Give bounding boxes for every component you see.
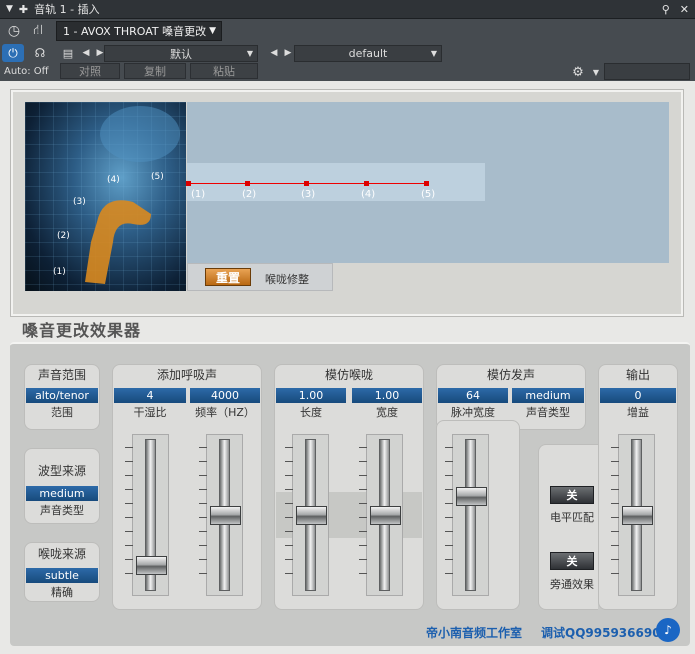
- reset-button[interactable]: 重置: [205, 268, 251, 286]
- throat-adjust-label: 喉咙修整: [265, 273, 309, 286]
- clock-icon[interactable]: ◷: [2, 20, 26, 42]
- program-dropdown-value: default: [348, 47, 388, 60]
- voice-range-label: 范围: [51, 406, 73, 419]
- slider-knob[interactable]: [622, 505, 653, 525]
- voice-range-title: 声音范围: [37, 368, 86, 382]
- frequency-label: 频率（HZ）: [195, 406, 255, 419]
- curve-point[interactable]: [304, 181, 309, 186]
- brand-logo-icon: ♪: [656, 618, 680, 642]
- chevron-down-icon[interactable]: ▼: [209, 26, 216, 36]
- curve-point-label: (3): [301, 189, 316, 200]
- frequency-value[interactable]: 4000: [190, 388, 260, 403]
- compare-button[interactable]: 对照: [60, 63, 120, 79]
- program-dropdown[interactable]: default ▼: [294, 45, 442, 62]
- curve-point[interactable]: [424, 181, 429, 186]
- dropdown-caret-icon: ▼: [246, 49, 253, 58]
- contact-credit: 调试QQ995936690: [541, 626, 661, 640]
- pulse-width-label: 脉冲宽度: [451, 406, 495, 419]
- throat-graph-band: [187, 163, 485, 201]
- curve-point-label: (4): [361, 189, 376, 200]
- vocal-type-value[interactable]: medium: [512, 388, 584, 403]
- face-point-label: (4): [107, 175, 120, 185]
- curve-point-label: (1): [191, 189, 206, 200]
- slider-knob[interactable]: [296, 505, 327, 525]
- face-point-label: (1): [53, 267, 66, 277]
- routing-icon[interactable]: ⛙: [26, 20, 50, 42]
- output-title: 输出: [625, 368, 650, 382]
- breath-title: 添加呼吸声: [156, 368, 217, 382]
- settings-field[interactable]: [604, 63, 690, 80]
- window-title: 音轨 1 - 插入: [34, 3, 100, 16]
- slider-knob[interactable]: [136, 555, 167, 575]
- length-label: 长度: [300, 406, 322, 419]
- preset-dropdown-value: 默认: [170, 47, 192, 61]
- face-point-label: (2): [57, 231, 70, 241]
- level-match-toggle[interactable]: 关: [550, 486, 594, 504]
- throat-source-title: 喉咙来源: [37, 547, 86, 561]
- throat-model-title: 模仿喉咙: [324, 368, 373, 382]
- preset-dropdown[interactable]: 默认 ▼: [104, 45, 258, 62]
- vocal-tract-image: (1) (2) (3) (4) (5): [25, 102, 186, 291]
- dry-wet-slider[interactable]: [125, 434, 169, 596]
- gain-slider[interactable]: [611, 434, 655, 596]
- waveform-source-label: 声音类型: [40, 504, 84, 517]
- close-icon[interactable]: ✕: [680, 3, 689, 16]
- studio-credit: 帝小南音频工作室: [426, 626, 523, 640]
- collapse-icon[interactable]: ▼: [6, 4, 13, 14]
- throat-tube-graphic: [85, 106, 180, 284]
- level-match-label: 电平匹配: [550, 511, 594, 524]
- bypass-toggle[interactable]: 关: [550, 552, 594, 570]
- plugin-tab-label: 1 - AVOX THROAT 嗓音更改: [63, 25, 207, 38]
- waveform-source-title: 波型来源: [37, 464, 86, 478]
- throat-source-value[interactable]: subtle: [26, 568, 98, 583]
- pulse-width-value[interactable]: 64: [438, 388, 508, 403]
- slider-knob[interactable]: [370, 505, 401, 525]
- curve-point[interactable]: [186, 181, 191, 186]
- bypass-label: 旁通效果: [550, 578, 594, 591]
- pin-icon[interactable]: ⚲: [662, 3, 670, 16]
- vocal-model-title: 模仿发声: [486, 368, 535, 382]
- waveform-source-value[interactable]: medium: [26, 486, 98, 501]
- voice-range-value[interactable]: alto/tenor: [26, 388, 98, 403]
- face-point-label: (3): [73, 197, 86, 207]
- frequency-slider[interactable]: [199, 434, 243, 596]
- plugin-tab[interactable]: 1 - AVOX THROAT 嗓音更改 ▼: [56, 21, 222, 41]
- length-slider[interactable]: [285, 434, 329, 596]
- curve-point-label: (5): [421, 189, 436, 200]
- throat-source-label: 精确: [51, 586, 73, 599]
- width-slider[interactable]: [359, 434, 403, 596]
- face-point-label: (5): [151, 172, 164, 182]
- window-titlebar: ▼ ✚ 音轨 1 - 插入 ⚲ ✕: [0, 0, 695, 19]
- gain-label: 增益: [627, 406, 649, 419]
- curve-point[interactable]: [245, 181, 250, 186]
- width-label: 宽度: [376, 406, 398, 419]
- dry-wet-value[interactable]: 4: [114, 388, 186, 403]
- add-icon[interactable]: ✚: [19, 3, 28, 16]
- dropdown-caret-icon: ▼: [430, 49, 437, 58]
- slider-knob[interactable]: [210, 505, 241, 525]
- vocal-type-label: 声音类型: [526, 406, 570, 419]
- headphones-icon[interactable]: ☊: [28, 42, 52, 64]
- plugin-toolbar: ◷ ⛙ 1 - AVOX THROAT 嗓音更改 ▼ ⏻ ☊ Auto: Off…: [0, 19, 695, 81]
- curve-point[interactable]: [364, 181, 369, 186]
- length-value[interactable]: 1.00: [276, 388, 346, 403]
- paste-button[interactable]: 粘贴: [190, 63, 258, 79]
- power-icon: ⏻: [8, 45, 18, 60]
- curve-point-label: (2): [242, 189, 257, 200]
- slider-knob[interactable]: [456, 486, 487, 506]
- dry-wet-label: 干湿比: [133, 406, 167, 419]
- gain-value[interactable]: 0: [600, 388, 676, 403]
- copy-button[interactable]: 复制: [124, 63, 186, 79]
- product-title: 嗓音更改效果器: [22, 321, 142, 340]
- width-value[interactable]: 1.00: [352, 388, 422, 403]
- pulse-width-slider[interactable]: [445, 434, 489, 596]
- power-button[interactable]: ⏻: [2, 44, 24, 62]
- auto-status: Auto: Off: [4, 66, 49, 77]
